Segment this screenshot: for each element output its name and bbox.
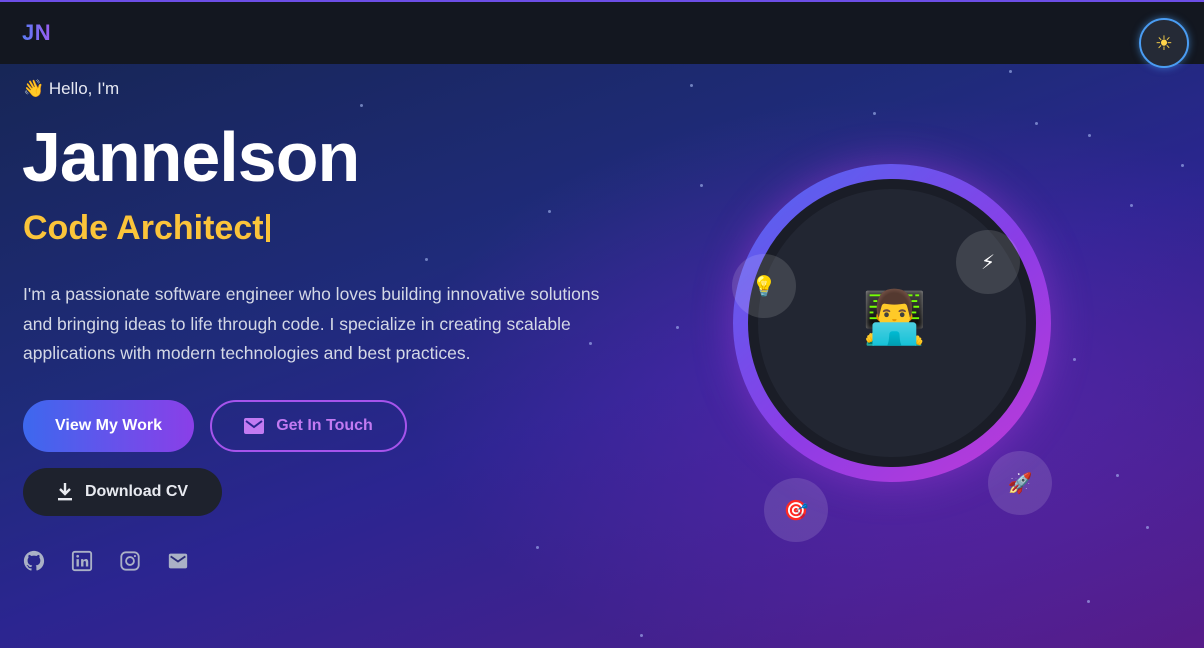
- sun-icon: ☀: [1155, 32, 1173, 55]
- developer-avatar-icon: 👨‍💻: [862, 289, 927, 347]
- logo[interactable]: JN: [22, 20, 51, 46]
- instagram-icon[interactable]: [119, 550, 141, 572]
- role-typewriter: Code Architect: [23, 208, 270, 248]
- lightning-icon: ⚡: [956, 230, 1020, 294]
- typing-cursor: [265, 214, 270, 242]
- navbar: JN ☀: [0, 0, 1204, 68]
- target-icon: 🎯: [764, 478, 828, 542]
- bio-paragraph: I'm a passionate software engineer who l…: [23, 284, 600, 363]
- view-work-button[interactable]: View My Work: [23, 400, 194, 452]
- download-icon: [57, 483, 72, 501]
- mail-icon: [244, 418, 265, 434]
- lightbulb-icon: 💡: [732, 254, 796, 318]
- github-icon[interactable]: [23, 550, 45, 572]
- get-in-touch-label: Get In Touch: [276, 417, 373, 434]
- social-links: [23, 550, 189, 572]
- linkedin-icon[interactable]: [71, 550, 93, 572]
- download-cv-button[interactable]: Download CV: [23, 468, 222, 516]
- hero-name: Jannelson: [22, 118, 360, 196]
- email-icon[interactable]: [167, 550, 189, 572]
- get-in-touch-button[interactable]: Get In Touch: [210, 400, 407, 452]
- role-text: Code Architect: [23, 209, 264, 247]
- view-work-label: View My Work: [55, 417, 162, 434]
- greeting-label: Hello, I'm: [48, 79, 120, 98]
- download-cv-label: Download CV: [84, 483, 189, 500]
- rocket-icon: 🚀: [988, 451, 1052, 515]
- theme-toggle-button[interactable]: ☀: [1139, 18, 1189, 68]
- waving-hand-icon: 👋: [23, 79, 45, 98]
- greeting-text: 👋 Hello, I'm: [23, 79, 119, 99]
